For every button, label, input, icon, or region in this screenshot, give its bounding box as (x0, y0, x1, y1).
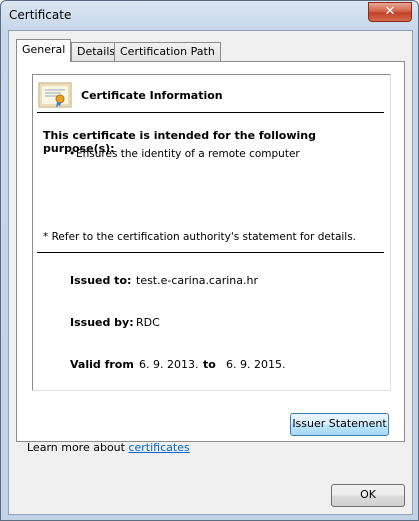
issuer-statement-button[interactable]: Issuer Statement (290, 413, 389, 436)
issued-by-value[interactable]: RDC (136, 316, 160, 329)
bullet: • (69, 148, 76, 160)
ok-button[interactable]: OK (331, 484, 405, 507)
title-bar[interactable]: Certificate ✕ (1, 1, 418, 29)
divider (37, 112, 384, 113)
close-button[interactable]: ✕ (368, 2, 412, 22)
valid-from-label: Valid from (70, 358, 134, 371)
tab-certification-path[interactable]: Certification Path (114, 42, 221, 61)
refer-note: * Refer to the certification authority's… (43, 231, 357, 243)
issued-to-label: Issued to: (70, 274, 132, 287)
valid-to-label: to (203, 358, 216, 371)
certificate-info-box: Certificate Information This certificate… (32, 74, 391, 391)
learn-more-text: Learn more about certificates (27, 441, 190, 454)
purpose-item: •Ensures the identity of a remote comput… (69, 148, 300, 160)
divider (37, 252, 384, 253)
certificate-info-title: Certificate Information (81, 89, 223, 102)
tab-general[interactable]: General (16, 39, 72, 62)
learn-more-prefix: Learn more about (27, 441, 129, 454)
certificates-link[interactable]: certificates (128, 441, 189, 454)
valid-from-value[interactable]: 6. 9. 2013. (139, 358, 198, 371)
issued-by-label: Issued by: (70, 316, 134, 329)
close-icon: ✕ (384, 4, 396, 19)
purpose-text: Ensures the identity of a remote compute… (76, 148, 300, 160)
valid-to-value[interactable]: 6. 9. 2015. (226, 358, 285, 371)
window-title: Certificate (9, 8, 72, 22)
issued-to-value[interactable]: test.e-carina.carina.hr (136, 274, 258, 287)
dialog-client-area: General Details Certification Path Certi… (8, 30, 413, 515)
certificate-dialog: Certificate ✕ General Details Certificat… (0, 0, 419, 521)
certificate-icon (38, 82, 72, 108)
general-tab-panel: Certificate Information This certificate… (16, 61, 405, 442)
